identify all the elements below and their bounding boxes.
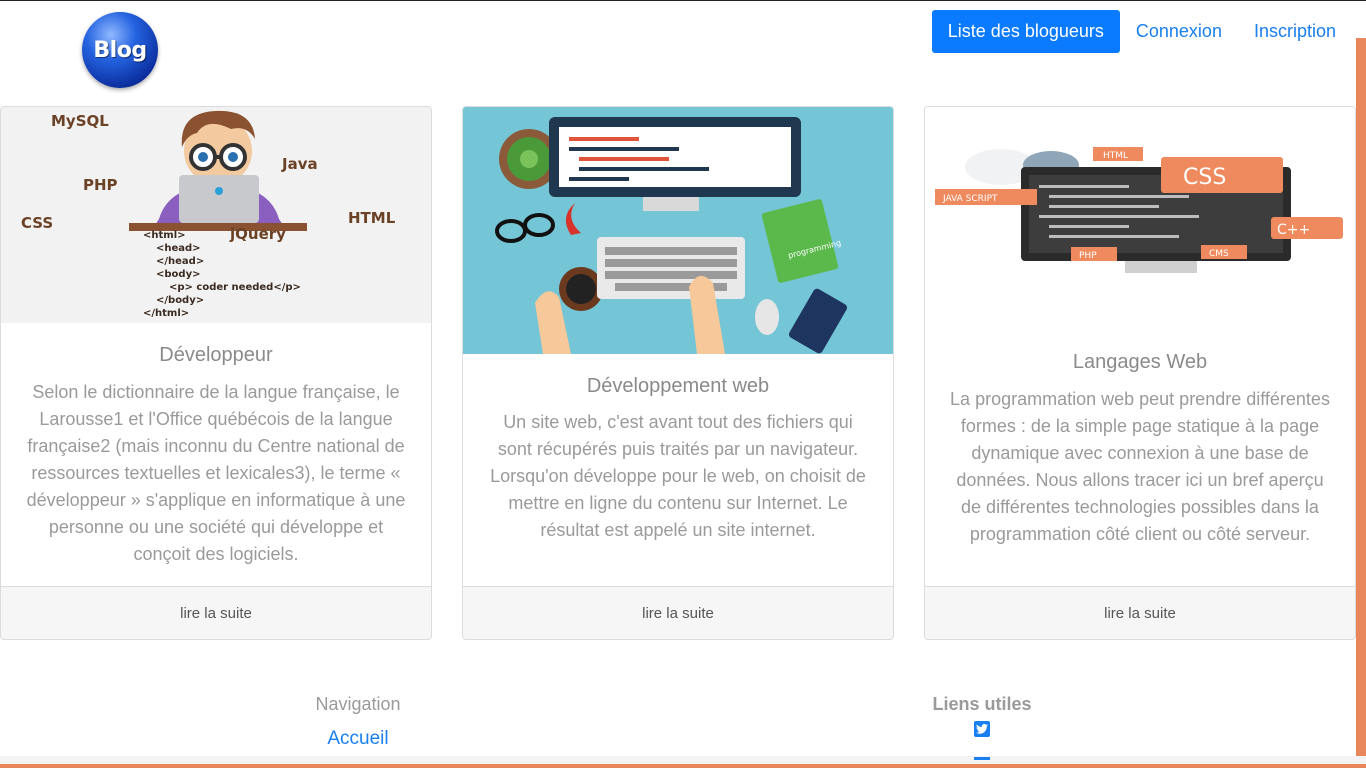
card-title: Langages Web <box>1072 351 1208 373</box>
card-text: La programmation web peut prendre différ… <box>950 389 1330 544</box>
card-text: Un site web, c'est avant tout des fichie… <box>490 412 866 540</box>
top-nav: Liste des blogueurs Connexion Inscriptio… <box>931 10 1352 53</box>
developer-illustration: MySQL Java PHP CSS HTML jQuery <html> <h… <box>1 107 431 323</box>
tag-cms: CMS <box>1209 249 1229 259</box>
card-title: Développeur <box>159 344 273 366</box>
accent-stripe <box>1356 38 1366 768</box>
tag-php: PHP <box>1079 251 1097 261</box>
top-border <box>0 0 1366 1</box>
card-title: Développement web <box>586 375 770 397</box>
footer-home-link[interactable]: Accueil <box>258 728 458 750</box>
read-more-link[interactable]: lire la suite <box>1 586 431 639</box>
code-line: <body> <box>156 269 200 280</box>
read-more-link[interactable]: lire la suite <box>925 586 1355 639</box>
code-line: <p> coder needed</p> <box>169 282 301 293</box>
login-link[interactable]: Connexion <box>1120 10 1238 53</box>
code-line: <head> <box>156 243 201 254</box>
twitter-icon[interactable] <box>974 721 990 737</box>
bottom-band <box>0 756 1366 764</box>
label-mysql: MySQL <box>51 112 109 130</box>
label-html: HTML <box>348 209 396 227</box>
label-css: CSS <box>21 214 53 232</box>
accent-bottom-stripe <box>0 764 1366 768</box>
web-development-illustration: programming <box>463 107 893 354</box>
signup-link[interactable]: Inscription <box>1238 10 1352 53</box>
bloggers-list-button[interactable]: Liste des blogueurs <box>931 10 1120 53</box>
code-line: </body> <box>156 295 204 306</box>
web-languages-illustration: HTML CSS JAVA SCRIPT C++ PHP CMS <box>925 107 1355 337</box>
code-line: <html> <box>143 230 186 241</box>
footer-navigation-title: Navigation <box>315 694 401 714</box>
card-developer: MySQL Java PHP CSS HTML jQuery <html> <h… <box>0 106 432 640</box>
card-text: Selon le dictionnaire de la langue franç… <box>26 382 406 564</box>
logo-text: Blog <box>93 37 147 63</box>
web-languages-illustration-svg: HTML CSS JAVA SCRIPT C++ PHP CMS <box>925 107 1355 337</box>
tag-javascript: JAVA SCRIPT <box>942 194 998 204</box>
footer-useful-links-title: Liens utiles <box>932 694 1032 714</box>
card-web-development: programming Développement web Un site we… <box>462 106 894 640</box>
tag-cpp: C++ <box>1277 222 1310 238</box>
label-java: Java <box>281 155 318 173</box>
label-php: PHP <box>83 176 118 194</box>
tag-html: HTML <box>1103 151 1128 161</box>
label-jquery: jQuery <box>229 225 286 243</box>
developer-illustration-svg: MySQL Java PHP CSS HTML jQuery <html> <h… <box>1 107 431 323</box>
twitter-bird-icon <box>976 724 988 734</box>
code-line: </head> <box>156 256 204 267</box>
blog-logo[interactable]: Blog <box>82 12 158 88</box>
read-more-link[interactable]: lire la suite <box>463 586 893 639</box>
code-line: </html> <box>143 308 189 319</box>
second-link-icon[interactable] <box>974 757 990 760</box>
web-development-illustration-svg: programming <box>463 107 893 354</box>
card-web-languages: HTML CSS JAVA SCRIPT C++ PHP CMS Langage… <box>924 106 1356 640</box>
tag-css: CSS <box>1183 165 1226 190</box>
